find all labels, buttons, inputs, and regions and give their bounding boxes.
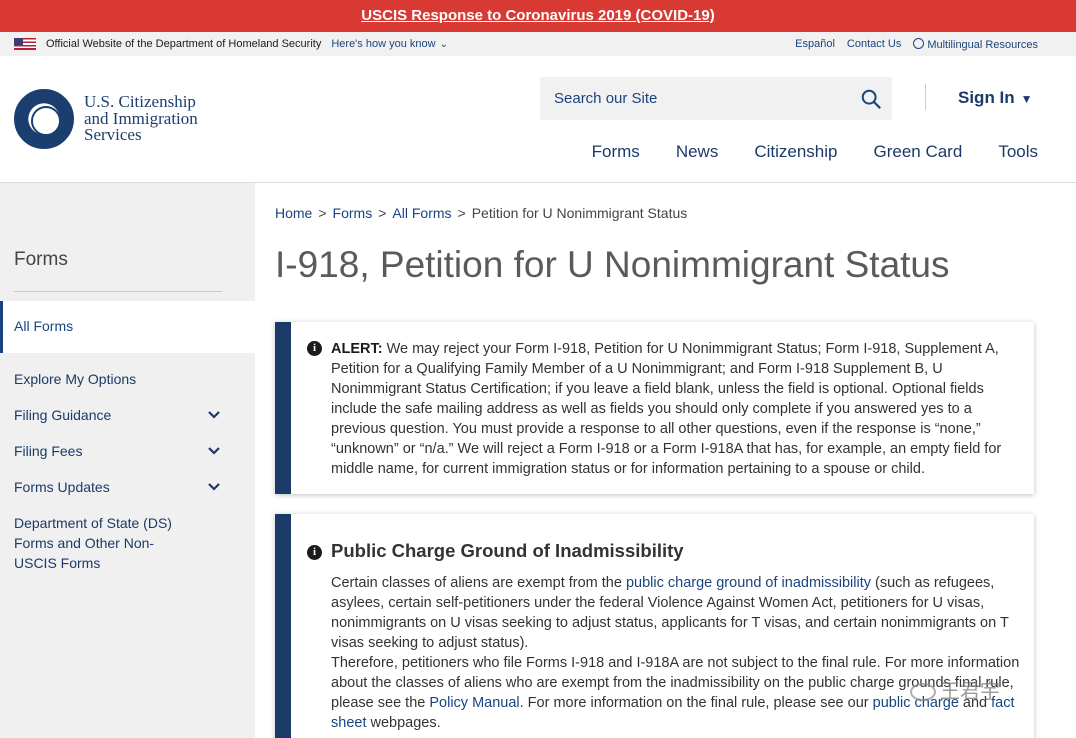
us-flag-icon [14,38,36,50]
nav-tools[interactable]: Tools [998,142,1038,162]
search-icon[interactable] [860,88,882,110]
public-charge-box: i Public Charge Ground of Inadmissibilit… [275,514,1034,738]
sidebar-item-label: Department of State (DS) [14,515,172,531]
public-charge-ground-link[interactable]: public charge ground of inadmissibility [626,575,871,591]
covid-banner-link[interactable]: USCIS Response to Coronavirus 2019 (COVI… [361,7,714,24]
info-icon: i [307,545,322,560]
breadcrumb-separator: > [457,205,466,221]
how-you-know-link[interactable]: Here's how you know [331,38,435,50]
covid-banner: USCIS Response to Coronavirus 2019 (COVI… [0,0,1076,32]
sidebar-item-label: Forms and Other Non- [14,535,155,551]
multilingual-resources-link[interactable]: Multilingual Resources [913,37,1038,51]
header-divider [925,84,926,110]
wechat-icon [910,683,936,701]
breadcrumb-separator: > [378,205,387,221]
sidebar-title: Forms [14,249,68,270]
chevron-down-icon[interactable] [207,408,221,422]
alert-label: ALERT: [331,341,383,357]
public-charge-title: Public Charge Ground of Inadmissibility [331,540,684,561]
nav-news[interactable]: News [676,142,719,162]
alert-text: ALERT: We may reject your Form I-918, Pe… [331,339,1021,479]
page-title: I-918, Petition for U Nonimmigrant Statu… [275,244,950,285]
nav-green-card[interactable]: Green Card [873,142,962,162]
breadcrumb: Home > Forms > All Forms > Petition for U Noni… [275,205,687,221]
text-segment: Certain classes of aliens are exempt fro… [331,575,626,591]
text-segment: webpages. [366,715,441,731]
alert-body: We may reject your Form I-918, Petition … [331,341,1002,477]
search-input[interactable] [540,77,830,120]
sidebar-item-label: All Forms [14,318,74,334]
alert-box: i ALERT: We may reject your Form I-918, … [275,322,1034,494]
sidebar-item-filing-guidance[interactable]: Filing Guidance [14,405,111,425]
watermark: 王君宇 [910,675,1000,704]
multilingual-label: Multilingual Resources [927,38,1038,51]
sidebar-item-label: USCIS Forms [14,555,101,571]
text-segment: . For more information on the final rule… [519,695,873,711]
official-website-text: Official Website of the Department of Ho… [46,38,322,50]
dhs-seal-logo[interactable] [14,89,74,149]
sidebar-divider [14,291,222,292]
utility-links: Español Contact Us Multilingual Resource… [795,32,1038,56]
watermark-text: 王君宇 [940,681,1000,703]
sidebar-item-explore-my-options[interactable]: Explore My Options [14,369,136,389]
search-box [540,77,892,120]
sign-in-label: Sign In [958,88,1015,107]
nav-citizenship[interactable]: Citizenship [754,142,837,162]
sign-in-button[interactable]: Sign In ▼ [958,88,1033,108]
caret-down-icon: ▼ [1020,92,1033,106]
agency-name[interactable]: U.S. Citizenship and Immigration Service… [84,93,198,144]
chevron-down-icon[interactable] [207,444,221,458]
public-charge-paragraph-1: Certain classes of aliens are exempt fro… [331,573,1021,653]
public-charge-body: Certain classes of aliens are exempt fro… [331,573,1021,733]
breadcrumb-separator: > [318,205,327,221]
main-nav: Forms News Citizenship Green Card Tools [592,142,1038,162]
breadcrumb-current: Petition for U Nonimmigrant Status [471,205,688,221]
sidebar-item-filing-fees[interactable]: Filing Fees [14,441,82,461]
chevron-down-icon[interactable]: ⌄ [440,39,448,50]
sidebar-item-department-of-state-forms[interactable]: Department of State (DS) Forms and Other… [14,513,172,573]
breadcrumb-home[interactable]: Home [275,205,312,221]
contact-us-link[interactable]: Contact Us [847,38,901,50]
breadcrumb-forms[interactable]: Forms [333,205,373,221]
gov-banner: Official Website of the Department of Ho… [0,32,1076,56]
site-header: U.S. Citizenship and Immigration Service… [0,56,1076,183]
espanol-link[interactable]: Español [795,38,835,50]
agency-line-3: Services [84,125,142,144]
globe-icon [913,37,925,49]
chevron-down-icon[interactable] [207,480,221,494]
sidebar-item-all-forms[interactable]: All Forms [0,301,255,353]
nav-forms[interactable]: Forms [592,142,640,162]
breadcrumb-all-forms[interactable]: All Forms [392,205,451,221]
policy-manual-link[interactable]: Policy Manual [429,695,519,711]
sidebar-item-forms-updates[interactable]: Forms Updates [14,477,110,497]
info-icon: i [307,341,322,356]
sidebar: Forms All Forms Explore My Options Filin… [0,183,255,738]
